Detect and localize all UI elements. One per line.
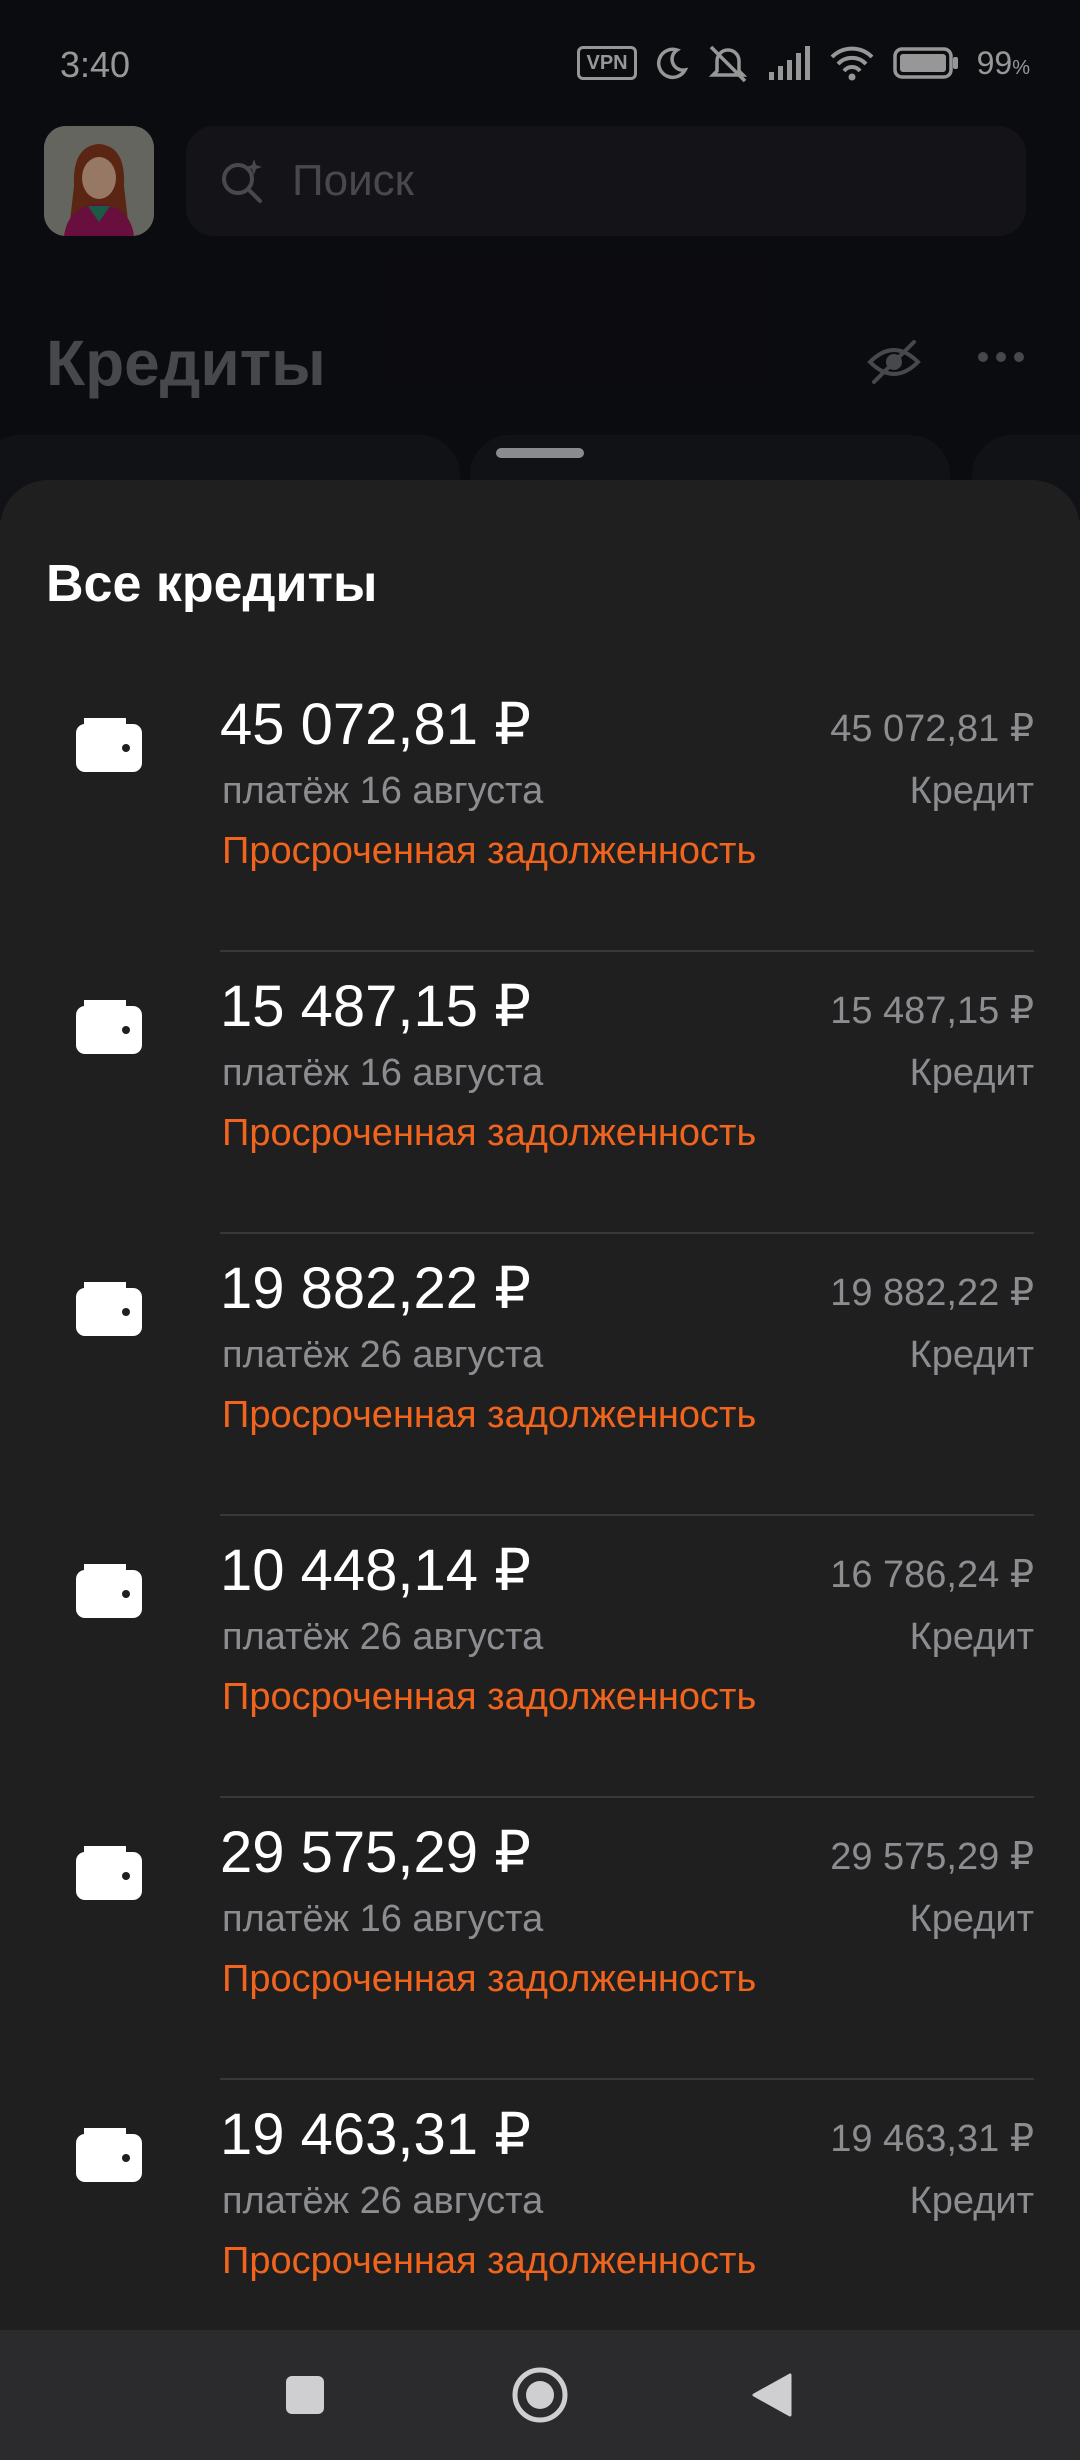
dim-overlay[interactable] [0,0,1080,520]
loans-bottom-sheet: Все кредиты 45 072,81 ₽ платёж 16 август… [0,480,1080,2330]
back-button[interactable] [712,2330,832,2460]
loan-overdue-status: Просроченная задолженность [222,2240,757,2282]
loan-overdue-status: Просроченная задолженность [222,1394,757,1436]
sheet-title: Все кредиты [46,555,378,613]
loan-total: 19 882,22 ₽ [830,1272,1034,1314]
loan-type: Кредит [909,1898,1034,1940]
loan-type: Кредит [909,1334,1034,1376]
loan-payment-date: платёж 26 августа [222,1616,544,1658]
loan-item[interactable]: 45 072,81 ₽ платёж 16 августа Просроченн… [0,670,1080,952]
wallet-icon [76,718,142,772]
loan-payment-date: платёж 16 августа [222,770,544,812]
home-button[interactable] [480,2330,600,2460]
loan-payment-date: платёж 16 августа [222,1052,544,1094]
loan-total: 15 487,15 ₽ [830,990,1034,1032]
recents-square-icon [286,2376,324,2414]
back-triangle-icon [752,2373,792,2417]
loan-type: Кредит [909,770,1034,812]
loan-item[interactable]: 19 463,31 ₽ платёж 26 августа Просроченн… [0,2080,1080,2362]
loan-amount: 29 575,29 ₽ [220,1820,532,1885]
loan-overdue-status: Просроченная задолженность [222,1112,757,1154]
loan-amount: 45 072,81 ₽ [220,692,532,757]
recents-button[interactable] [245,2330,365,2460]
sheet-drag-handle[interactable] [496,448,584,458]
wallet-icon [76,1564,142,1618]
home-circle-icon [512,2367,568,2423]
wallet-icon [76,1000,142,1054]
loan-total: 19 463,31 ₽ [830,2118,1034,2160]
loan-type: Кредит [909,1052,1034,1094]
loan-item[interactable]: 29 575,29 ₽ платёж 16 августа Просроченн… [0,1798,1080,2080]
wallet-icon [76,1846,142,1900]
loan-total: 16 786,24 ₽ [830,1554,1034,1596]
loan-type: Кредит [909,2180,1034,2222]
loan-amount: 19 463,31 ₽ [220,2102,532,2167]
loan-type: Кредит [909,1616,1034,1658]
loan-item[interactable]: 10 448,14 ₽ платёж 26 августа Просроченн… [0,1516,1080,1798]
loan-payment-date: платёж 26 августа [222,1334,544,1376]
loan-item[interactable]: 15 487,15 ₽ платёж 16 августа Просроченн… [0,952,1080,1234]
loan-payment-date: платёж 26 августа [222,2180,544,2222]
loan-amount: 19 882,22 ₽ [220,1256,532,1321]
loan-amount: 10 448,14 ₽ [220,1538,532,1603]
loan-list: 45 072,81 ₽ платёж 16 августа Просроченн… [0,670,1080,2362]
loan-overdue-status: Просроченная задолженность [222,1676,757,1718]
system-nav-bar [0,2330,1080,2460]
wallet-icon [76,2128,142,2182]
loan-overdue-status: Просроченная задолженность [222,1958,757,2000]
loan-payment-date: платёж 16 августа [222,1898,544,1940]
wallet-icon [76,1282,142,1336]
loan-amount: 15 487,15 ₽ [220,974,532,1039]
loan-total: 29 575,29 ₽ [830,1836,1034,1878]
loan-overdue-status: Просроченная задолженность [222,830,757,872]
loan-item[interactable]: 19 882,22 ₽ платёж 26 августа Просроченн… [0,1234,1080,1516]
screen: 3:40 VPN 99% Поиск Кредиты Все кредиты 4… [0,0,1080,2460]
loan-total: 45 072,81 ₽ [830,708,1034,750]
